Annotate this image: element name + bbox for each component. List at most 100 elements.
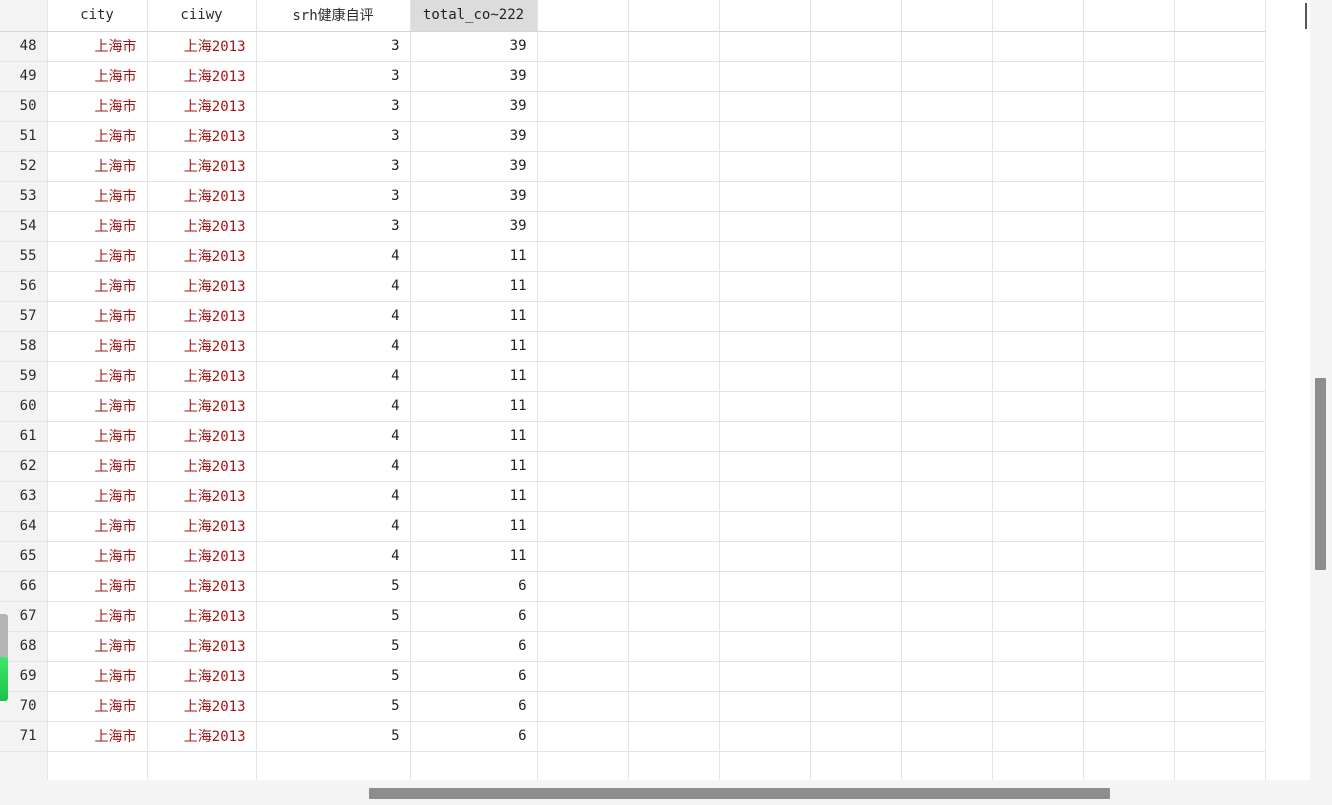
empty-cell[interactable]	[992, 601, 1084, 632]
empty-cell[interactable]	[810, 661, 902, 692]
table-row[interactable]: 54 上海市 上海2013 3 39	[0, 211, 1266, 242]
empty-cell[interactable]	[810, 391, 902, 422]
cell-total-co[interactable]: 6	[410, 571, 538, 602]
empty-cell[interactable]	[1083, 151, 1175, 182]
empty-cell[interactable]	[1083, 361, 1175, 392]
empty-cell[interactable]	[901, 31, 993, 62]
empty-cell[interactable]	[992, 541, 1084, 572]
cell-srh[interactable]: 4	[256, 541, 411, 572]
cell-srh[interactable]: 4	[256, 511, 411, 542]
empty-cell[interactable]	[537, 31, 629, 62]
empty-cell[interactable]	[628, 541, 720, 572]
empty-cell[interactable]	[901, 301, 993, 332]
empty-cell[interactable]	[628, 391, 720, 422]
row-number[interactable]: 56	[0, 271, 48, 302]
empty-cell[interactable]	[719, 301, 811, 332]
cell-total-co[interactable]: 6	[410, 691, 538, 722]
empty-cell[interactable]	[628, 211, 720, 242]
empty-cell[interactable]	[628, 241, 720, 272]
empty-cell[interactable]	[992, 721, 1084, 752]
empty-cell[interactable]	[810, 631, 902, 662]
cell-ciiwy[interactable]: 上海2013	[147, 241, 257, 272]
cell-srh[interactable]: 4	[256, 451, 411, 482]
empty-cell[interactable]	[719, 571, 811, 602]
empty-cell[interactable]	[719, 271, 811, 302]
empty-cell[interactable]	[1174, 511, 1266, 542]
empty-cell[interactable]	[901, 241, 993, 272]
empty-cell[interactable]	[992, 91, 1084, 122]
empty-cell[interactable]	[992, 391, 1084, 422]
table-row[interactable]: 53 上海市 上海2013 3 39	[0, 181, 1266, 212]
row-number[interactable]: 55	[0, 241, 48, 272]
cell-ciiwy[interactable]: 上海2013	[147, 271, 257, 302]
empty-cell[interactable]	[628, 661, 720, 692]
empty-cell[interactable]	[901, 571, 993, 602]
empty-cell[interactable]	[901, 691, 993, 722]
empty-cell[interactable]	[901, 451, 993, 482]
cell-total-co[interactable]	[410, 751, 538, 780]
table-row[interactable]: 69 上海市 上海2013 5 6	[0, 661, 1266, 692]
empty-cell[interactable]	[1083, 211, 1175, 242]
empty-cell[interactable]	[628, 361, 720, 392]
empty-cell[interactable]	[537, 751, 629, 780]
table-row[interactable]: 64 上海市 上海2013 4 11	[0, 511, 1266, 542]
empty-cell[interactable]	[537, 481, 629, 512]
empty-cell[interactable]	[628, 481, 720, 512]
empty-cell[interactable]	[992, 751, 1084, 780]
empty-cell[interactable]	[1083, 541, 1175, 572]
cell-city[interactable]: 上海市	[47, 301, 148, 332]
empty-cell[interactable]	[537, 691, 629, 722]
cell-srh[interactable]: 3	[256, 181, 411, 212]
cell-city[interactable]: 上海市	[47, 271, 148, 302]
empty-cell[interactable]	[537, 181, 629, 212]
empty-cell[interactable]	[628, 571, 720, 602]
cell-srh[interactable]: 5	[256, 601, 411, 632]
cell-srh[interactable]: 3	[256, 151, 411, 182]
empty-cell[interactable]	[1083, 451, 1175, 482]
empty-cell[interactable]	[992, 571, 1084, 602]
empty-cell[interactable]	[537, 331, 629, 362]
empty-cell[interactable]	[810, 91, 902, 122]
empty-cell[interactable]	[537, 121, 629, 152]
empty-cell[interactable]	[1083, 751, 1175, 780]
empty-cell[interactable]	[1083, 421, 1175, 452]
empty-cell[interactable]	[1083, 691, 1175, 722]
empty-cell[interactable]	[1174, 271, 1266, 302]
empty-cell[interactable]	[810, 211, 902, 242]
cell-ciiwy[interactable]: 上海2013	[147, 481, 257, 512]
table-row[interactable]: 49 上海市 上海2013 3 39	[0, 61, 1266, 92]
empty-cell[interactable]	[992, 361, 1084, 392]
empty-cell[interactable]	[1083, 721, 1175, 752]
empty-cell[interactable]	[1083, 631, 1175, 662]
empty-cell[interactable]	[901, 361, 993, 392]
empty-cell[interactable]	[628, 721, 720, 752]
cell-city[interactable]: 上海市	[47, 151, 148, 182]
empty-cell[interactable]	[810, 481, 902, 512]
empty-cell[interactable]	[719, 361, 811, 392]
empty-cell[interactable]	[628, 181, 720, 212]
empty-cell[interactable]	[810, 511, 902, 542]
row-number[interactable]: 48	[0, 31, 48, 62]
cell-srh[interactable]: 5	[256, 721, 411, 752]
column-header-city[interactable]: city	[47, 0, 148, 32]
side-panel-grip[interactable]	[0, 614, 8, 662]
cell-total-co[interactable]: 11	[410, 271, 538, 302]
empty-cell[interactable]	[1174, 601, 1266, 632]
empty-cell[interactable]	[628, 31, 720, 62]
cell-total-co[interactable]: 39	[410, 181, 538, 212]
empty-cell[interactable]	[810, 271, 902, 302]
table-row[interactable]: 67 上海市 上海2013 5 6	[0, 601, 1266, 632]
empty-cell[interactable]	[537, 391, 629, 422]
empty-cell[interactable]	[992, 661, 1084, 692]
empty-cell[interactable]	[901, 541, 993, 572]
empty-cell[interactable]	[719, 181, 811, 212]
empty-cell[interactable]	[628, 421, 720, 452]
empty-cell[interactable]	[628, 631, 720, 662]
empty-cell[interactable]	[992, 631, 1084, 662]
table-row[interactable]: 58 上海市 上海2013 4 11	[0, 331, 1266, 362]
cell-ciiwy[interactable]: 上海2013	[147, 361, 257, 392]
empty-cell[interactable]	[719, 91, 811, 122]
empty-cell[interactable]	[901, 181, 993, 212]
row-number[interactable]: 64	[0, 511, 48, 542]
empty-cell[interactable]	[719, 421, 811, 452]
